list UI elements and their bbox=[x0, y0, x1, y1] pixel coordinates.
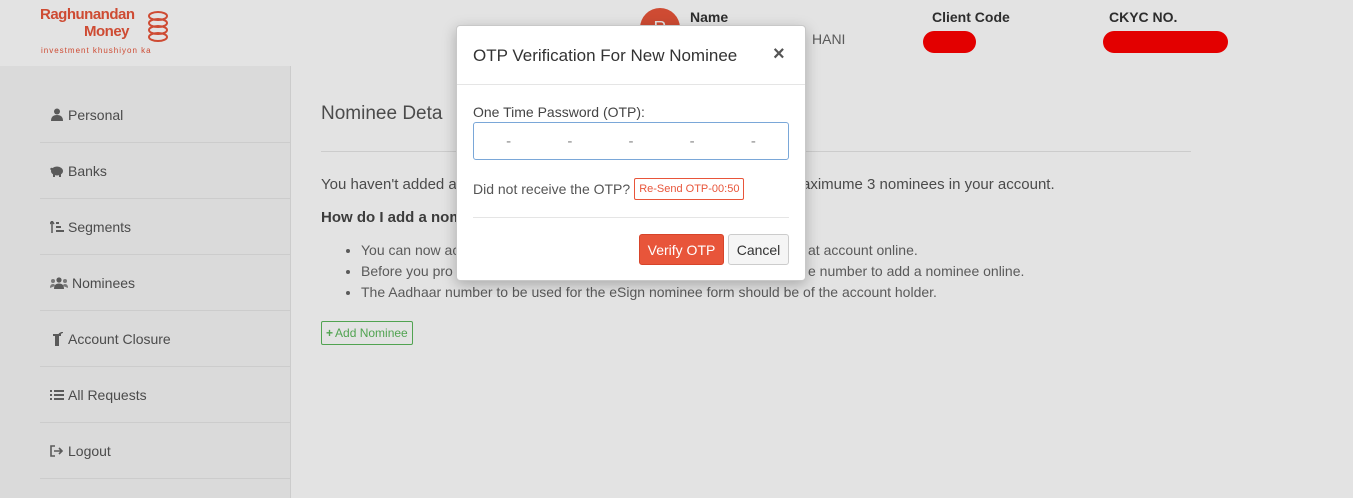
otp-input[interactable] bbox=[473, 122, 789, 160]
otp-label: One Time Password (OTP): bbox=[473, 104, 645, 120]
modal-header: OTP Verification For New Nominee × bbox=[457, 26, 805, 85]
modal-divider bbox=[473, 217, 789, 218]
verify-otp-button[interactable]: Verify OTP bbox=[639, 234, 724, 265]
modal-title: OTP Verification For New Nominee bbox=[473, 46, 738, 65]
cancel-button[interactable]: Cancel bbox=[728, 234, 789, 265]
otp-verification-modal: OTP Verification For New Nominee × One T… bbox=[456, 25, 806, 281]
resend-otp-button[interactable]: Re-Send OTP-00:50 bbox=[634, 178, 745, 200]
close-icon[interactable]: × bbox=[773, 43, 785, 66]
resend-row: Did not receive the OTP? Re-Send OTP-00:… bbox=[473, 178, 745, 200]
resend-prompt: Did not receive the OTP? bbox=[473, 181, 631, 197]
